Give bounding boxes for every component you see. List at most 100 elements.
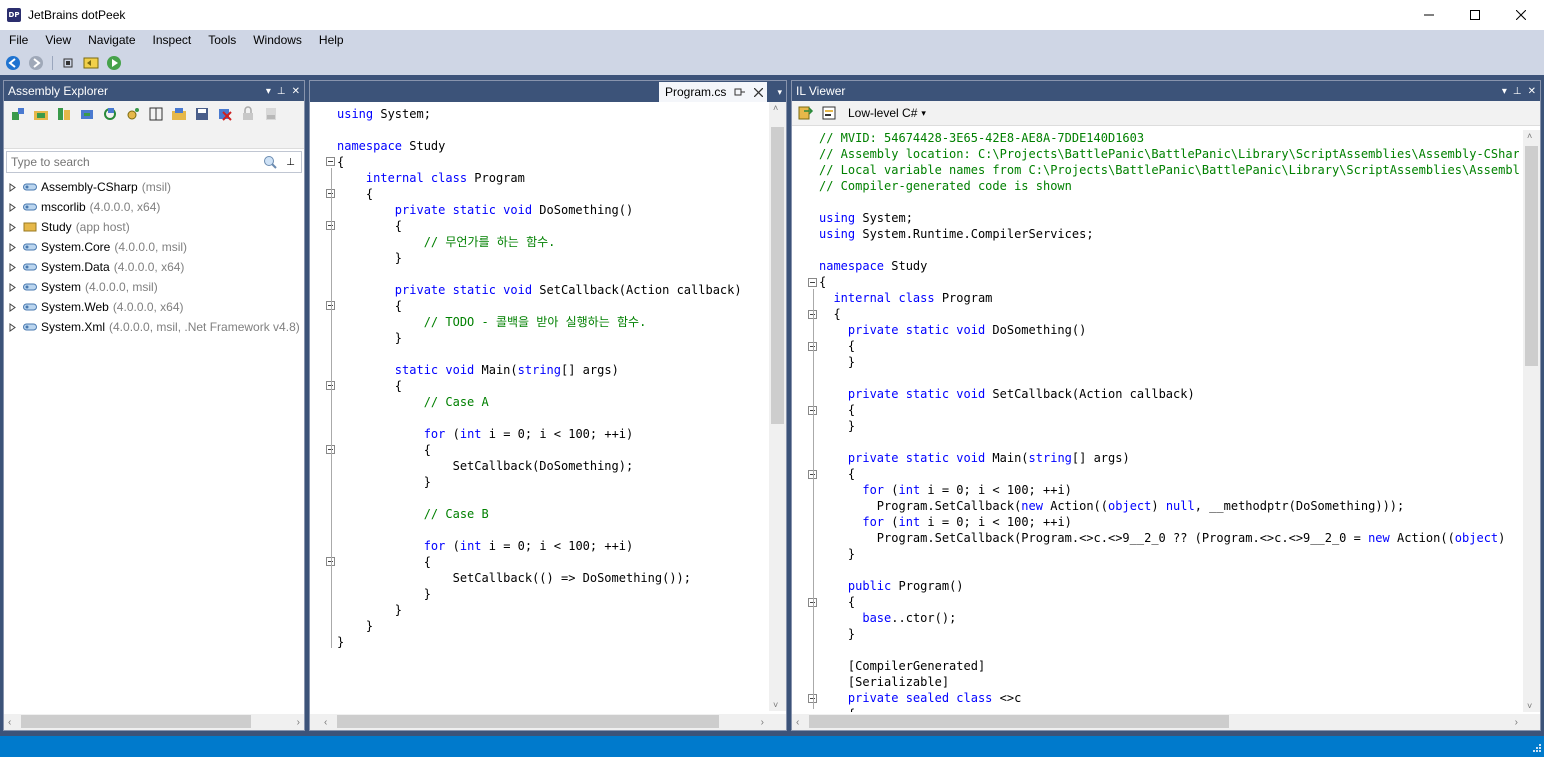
scroll-thumb[interactable] bbox=[809, 715, 1229, 728]
code-token: } bbox=[337, 603, 403, 617]
assembly-meta: (msil) bbox=[141, 180, 172, 194]
tree-item-system-web[interactable]: System.Web (4.0.0.0, x64) bbox=[4, 297, 304, 317]
tree-item-system-core[interactable]: System.Core (4.0.0.0, msil) bbox=[4, 237, 304, 257]
code-token: ( bbox=[884, 515, 899, 529]
tag-button[interactable] bbox=[82, 54, 100, 72]
chip-button[interactable] bbox=[59, 54, 77, 72]
scroll-up-icon[interactable]: ˄ bbox=[1527, 131, 1532, 141]
code-line: } bbox=[337, 602, 767, 618]
menu-navigate[interactable]: Navigate bbox=[82, 30, 141, 50]
menu-file[interactable]: File bbox=[3, 30, 34, 50]
expand-icon[interactable] bbox=[9, 182, 18, 192]
scroll-right-icon[interactable]: › bbox=[297, 717, 300, 728]
expand-icon[interactable] bbox=[9, 282, 18, 292]
scroll-thumb[interactable] bbox=[771, 127, 784, 424]
tree-item-study[interactable]: Study (app host) bbox=[4, 217, 304, 237]
lock-button[interactable] bbox=[238, 105, 258, 123]
forward-button[interactable] bbox=[27, 54, 45, 72]
scroll-left-icon[interactable]: ‹ bbox=[8, 717, 11, 728]
code-token: System.Runtime.CompilerServices; bbox=[855, 227, 1094, 241]
split-view-button[interactable] bbox=[146, 105, 166, 123]
pin-icon[interactable]: ⊥ bbox=[1513, 86, 1522, 97]
code-token: Program.SetCallback( bbox=[819, 499, 1022, 513]
minimize-button[interactable] bbox=[1406, 0, 1452, 30]
horizontal-scrollbar[interactable]: ‹ › bbox=[310, 714, 786, 730]
expand-icon[interactable] bbox=[9, 222, 18, 232]
vertical-scrollbar[interactable]: ˄ ˅ bbox=[769, 102, 786, 711]
remove-assembly-button[interactable] bbox=[215, 105, 235, 123]
pdb-button[interactable] bbox=[261, 105, 281, 123]
expand-icon[interactable] bbox=[9, 202, 18, 212]
save-list-button[interactable] bbox=[192, 105, 212, 123]
tree-item-system-xml[interactable]: System.Xml (4.0.0.0, msil, .Net Framewor… bbox=[4, 317, 304, 337]
pin-icon[interactable] bbox=[734, 87, 746, 97]
search-box: ⊥ bbox=[6, 151, 302, 173]
close-icon[interactable]: ✕ bbox=[292, 86, 300, 97]
show-source-button[interactable] bbox=[819, 104, 839, 122]
keyword-token: internal class bbox=[365, 171, 468, 185]
scroll-left-icon[interactable]: ‹ bbox=[796, 717, 799, 728]
tree-item-assembly-csharp[interactable]: Assembly-CSharp (msil) bbox=[4, 177, 304, 197]
export-button[interactable] bbox=[169, 105, 189, 123]
menu-tools[interactable]: Tools bbox=[202, 30, 242, 50]
scroll-down-icon[interactable]: ˅ bbox=[1527, 701, 1532, 711]
expand-icon[interactable] bbox=[9, 262, 18, 272]
scroll-left-icon[interactable]: ‹ bbox=[324, 717, 327, 728]
tree-item-mscorlib[interactable]: mscorlib (4.0.0.0, x64) bbox=[4, 197, 304, 217]
close-window-button[interactable] bbox=[1498, 0, 1544, 30]
close-icon[interactable]: ✕ bbox=[1528, 86, 1536, 97]
open-assembly-button[interactable] bbox=[8, 105, 28, 123]
comment-token: // Case B bbox=[423, 507, 489, 521]
back-button[interactable] bbox=[4, 54, 22, 72]
scroll-up-icon[interactable]: ˄ bbox=[773, 103, 778, 113]
scroll-right-icon[interactable]: › bbox=[761, 717, 764, 728]
code-line: { bbox=[819, 338, 1519, 354]
maximize-button[interactable] bbox=[1452, 0, 1498, 30]
code-line: { bbox=[337, 554, 767, 570]
resize-grip-icon[interactable] bbox=[1530, 743, 1542, 755]
add-assembly-button[interactable] bbox=[77, 105, 97, 123]
tab-list-icon[interactable]: ▾ bbox=[777, 87, 782, 98]
close-tab-icon[interactable] bbox=[754, 87, 764, 97]
tab-program-cs[interactable]: Program.cs bbox=[659, 82, 767, 102]
fold-toggle[interactable] bbox=[326, 157, 335, 166]
sync-button[interactable] bbox=[100, 105, 120, 123]
horizontal-scrollbar[interactable]: ‹ › bbox=[4, 714, 304, 730]
tree-item-system[interactable]: System (4.0.0.0, msil) bbox=[4, 277, 304, 297]
open-folder-button[interactable] bbox=[31, 105, 51, 123]
pin-search-icon[interactable]: ⊥ bbox=[286, 157, 295, 168]
keyword-token: private static void bbox=[847, 323, 986, 337]
vertical-scrollbar[interactable]: ˄ ˅ bbox=[1523, 130, 1540, 712]
expand-icon[interactable] bbox=[9, 322, 18, 332]
menu-help[interactable]: Help bbox=[313, 30, 350, 50]
assembly-meta: (4.0.0.0, msil) bbox=[114, 240, 188, 254]
scroll-thumb[interactable] bbox=[337, 715, 719, 728]
settings-button[interactable] bbox=[123, 105, 143, 123]
source-code[interactable]: using System; namespace Study{ internal c… bbox=[337, 106, 767, 706]
tree-item-system-data[interactable]: System.Data (4.0.0.0, x64) bbox=[4, 257, 304, 277]
fold-toggle[interactable] bbox=[808, 278, 817, 287]
menu-inspect[interactable]: Inspect bbox=[147, 30, 198, 50]
search-icon[interactable] bbox=[262, 155, 280, 169]
run-button[interactable] bbox=[105, 54, 123, 72]
search-input[interactable] bbox=[11, 155, 263, 169]
scroll-thumb[interactable] bbox=[1525, 146, 1538, 366]
sync-editor-button[interactable] bbox=[796, 104, 816, 122]
menu-view[interactable]: View bbox=[39, 30, 77, 50]
mode-dropdown[interactable]: Low-level C# ▾ bbox=[848, 106, 926, 120]
open-nuget-button[interactable] bbox=[54, 105, 74, 123]
dropdown-icon[interactable]: ▾ bbox=[1502, 86, 1507, 97]
menu-windows[interactable]: Windows bbox=[247, 30, 308, 50]
expand-icon[interactable] bbox=[9, 302, 18, 312]
dropdown-icon[interactable]: ▾ bbox=[266, 86, 271, 97]
horizontal-scrollbar[interactable]: ‹ › bbox=[792, 714, 1540, 730]
il-source-code[interactable]: // MVID: 54674428-3E65-42E8-AE8A-7DDE140… bbox=[819, 130, 1519, 712]
expand-icon[interactable] bbox=[9, 242, 18, 252]
pin-icon[interactable]: ⊥ bbox=[277, 86, 286, 97]
scroll-thumb[interactable] bbox=[21, 715, 251, 728]
scroll-right-icon[interactable]: › bbox=[1515, 717, 1518, 728]
scroll-down-icon[interactable]: ˅ bbox=[773, 700, 778, 710]
